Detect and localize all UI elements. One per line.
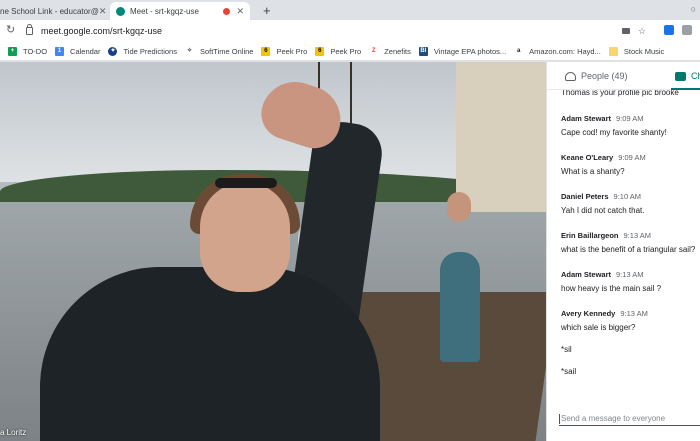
tab-people[interactable]: People (49) [565,62,628,90]
peekpro-icon: 6 [315,46,325,56]
tab-title: ne School Link - educator@ [0,6,99,16]
chat-timestamp: 9:10 AM [613,192,642,201]
people-tab-label: People (49) [581,71,628,81]
side-panel: People (49) Ch Thomas is your profile pi… [546,62,700,441]
bookmark-label: Peek Pro [276,46,308,56]
zenefits-icon: Z [369,46,379,56]
bookmark-peek-pro[interactable]: 6 Peek Pro [315,46,362,56]
extensions-area [664,25,692,35]
chat-timestamp: 9:13 AM [620,309,648,318]
chat-compose-input[interactable]: Send a message to everyone [559,412,700,426]
chat-sender: Erin Baillargeon [561,231,619,240]
address-bar[interactable]: meet.google.com/srt-kgqz-use ☆ [22,23,652,39]
video-background-person-head [447,192,471,222]
peekpro-icon: 6 [261,46,271,56]
video-presenter-sunglasses [215,178,277,188]
chat-timestamp: 9:13 AM [623,231,652,240]
bookmark-tide-predictions[interactable]: ✦ Tide Predictions [108,46,177,56]
video-feed[interactable]: a Loritz [0,62,546,441]
softtime-icon: ✧ [184,46,194,56]
extension-icon[interactable] [682,25,692,35]
text-caret [559,413,560,424]
chat-timestamp: 9:09 AM [616,114,644,123]
sheets-icon: + [8,46,17,56]
calendar-icon: 1 [55,46,65,56]
close-tab-icon[interactable]: ✕ [99,6,106,17]
chat-message-text: Thomas is your profile pic brooke [561,90,679,97]
meet-favicon-icon [116,6,125,16]
video-presenter-face [200,182,290,292]
bookmark-label: Peek Pro [330,46,362,56]
chat-icon [675,71,686,81]
extension-icon[interactable] [664,25,674,35]
bookmarks-bar: + TO-DO 1 Calendar ✦ Tide Predictions ✧ Soft… [0,42,700,61]
chat-message: Keane O'Leary 9:09 AM What is a shanty? [561,153,700,176]
reload-icon[interactable]: ↻ [6,23,15,36]
window-control-icon[interactable]: ○ [691,4,696,14]
chat-message-text: Yah I did not catch that. [561,206,645,215]
chat-message: Adam Stewart 9:13 AM how heavy is the mai… [561,270,700,293]
close-tab-icon[interactable]: ✕ [236,6,244,17]
chat-message-text: Cape cod! my favorite shanty! [561,128,667,137]
video-background-person [440,252,480,362]
bi-icon: BI [418,46,428,56]
tab-meet[interactable]: Meet - srt-kgqz-use ✕ [110,2,250,20]
chat-message: Adam Stewart 9:09 AM Cape cod! my favorit… [561,114,700,137]
chat-message: Daniel Peters 9:10 AM Yah I did not catch… [561,192,700,215]
bookmark-calendar[interactable]: 1 Calendar [55,46,101,56]
chat-messages[interactable]: Thomas is your profile pic brooke Adam S… [561,90,700,408]
browser-toolbar: ↻ meet.google.com/srt-kgqz-use ☆ [0,20,700,42]
bookmark-peek-pro[interactable]: 6 Peek Pro [261,46,308,56]
video-sail [456,62,546,212]
bookmark-label: Tide Predictions [123,46,177,56]
chat-sender: Keane O'Leary [561,153,614,162]
bookmark-label: SoftTime Online [199,46,254,56]
chat-timestamp: 9:09 AM [618,153,646,162]
chat-message-text: which sale is bigger? [561,323,636,332]
bookmark-label: Zenefits [384,46,411,56]
folder-icon [608,46,618,56]
bookmark-vintage-epa[interactable]: BI Vintage EPA photos... [418,46,507,56]
bookmark-label: Vintage EPA photos... [433,46,507,56]
bookmark-label: Amazon.com: Hayd... [529,46,601,56]
lock-icon[interactable] [26,24,33,35]
compose-placeholder[interactable]: Send a message to everyone [561,414,665,423]
new-tab-button[interactable]: + [263,3,271,18]
chat-message-text: What is a shanty? [561,167,625,176]
bookmark-label: Calendar [70,46,101,56]
bookmark-label: TO-DO [23,46,48,56]
bookmark-label: Stock Music [623,46,665,56]
tab-title: Meet - srt-kgqz-use [130,6,199,16]
chat-message: Avery Kennedy 9:13 AM which sale is bigge… [561,309,700,376]
url-text[interactable]: meet.google.com/srt-kgqz-use [41,26,162,36]
tab-strip: ne School Link - educator@ ✕ Meet - srt-… [0,0,700,20]
amazon-icon: a [514,46,524,56]
chat-message: Erin Baillargeon 9:13 AM what is the bene… [561,231,700,254]
bookmark-todo[interactable]: + TO-DO [8,46,48,56]
bookmark-star-icon[interactable]: ☆ [638,26,646,37]
chat-sender: Adam Stewart [561,114,612,123]
recording-icon [223,7,231,15]
tab-chat[interactable]: Ch [675,62,700,90]
chat-sender: Daniel Peters [561,192,609,201]
participant-name-tag: a Loritz [0,428,27,437]
chat-tab-label: Ch [691,71,700,81]
camera-in-use-icon[interactable] [621,28,630,34]
noaa-icon: ✦ [108,46,118,56]
chat-message-text: how heavy is the main sail ? [561,284,662,293]
bookmark-amazon[interactable]: a Amazon.com: Hayd... [514,46,601,56]
bookmark-stock-music[interactable]: Stock Music [608,46,665,56]
chat-message-text: *sil [561,345,572,354]
tab-school-link[interactable]: ne School Link - educator@ ✕ [0,2,106,20]
chat-sender: Avery Kennedy [561,309,616,318]
bookmark-softtime[interactable]: ✧ SoftTime Online [184,46,254,56]
bookmark-zenefits[interactable]: Z Zenefits [369,46,411,56]
video-presenter-body [40,267,380,441]
chat-message-text: *sail [561,367,577,376]
chat-timestamp: 9:13 AM [616,270,644,279]
chat-sender: Adam Stewart [561,270,612,279]
chat-message-text: what is the benefit of a triangular sail… [561,245,696,254]
panel-tabs: People (49) Ch [547,62,700,90]
people-icon [565,71,576,81]
